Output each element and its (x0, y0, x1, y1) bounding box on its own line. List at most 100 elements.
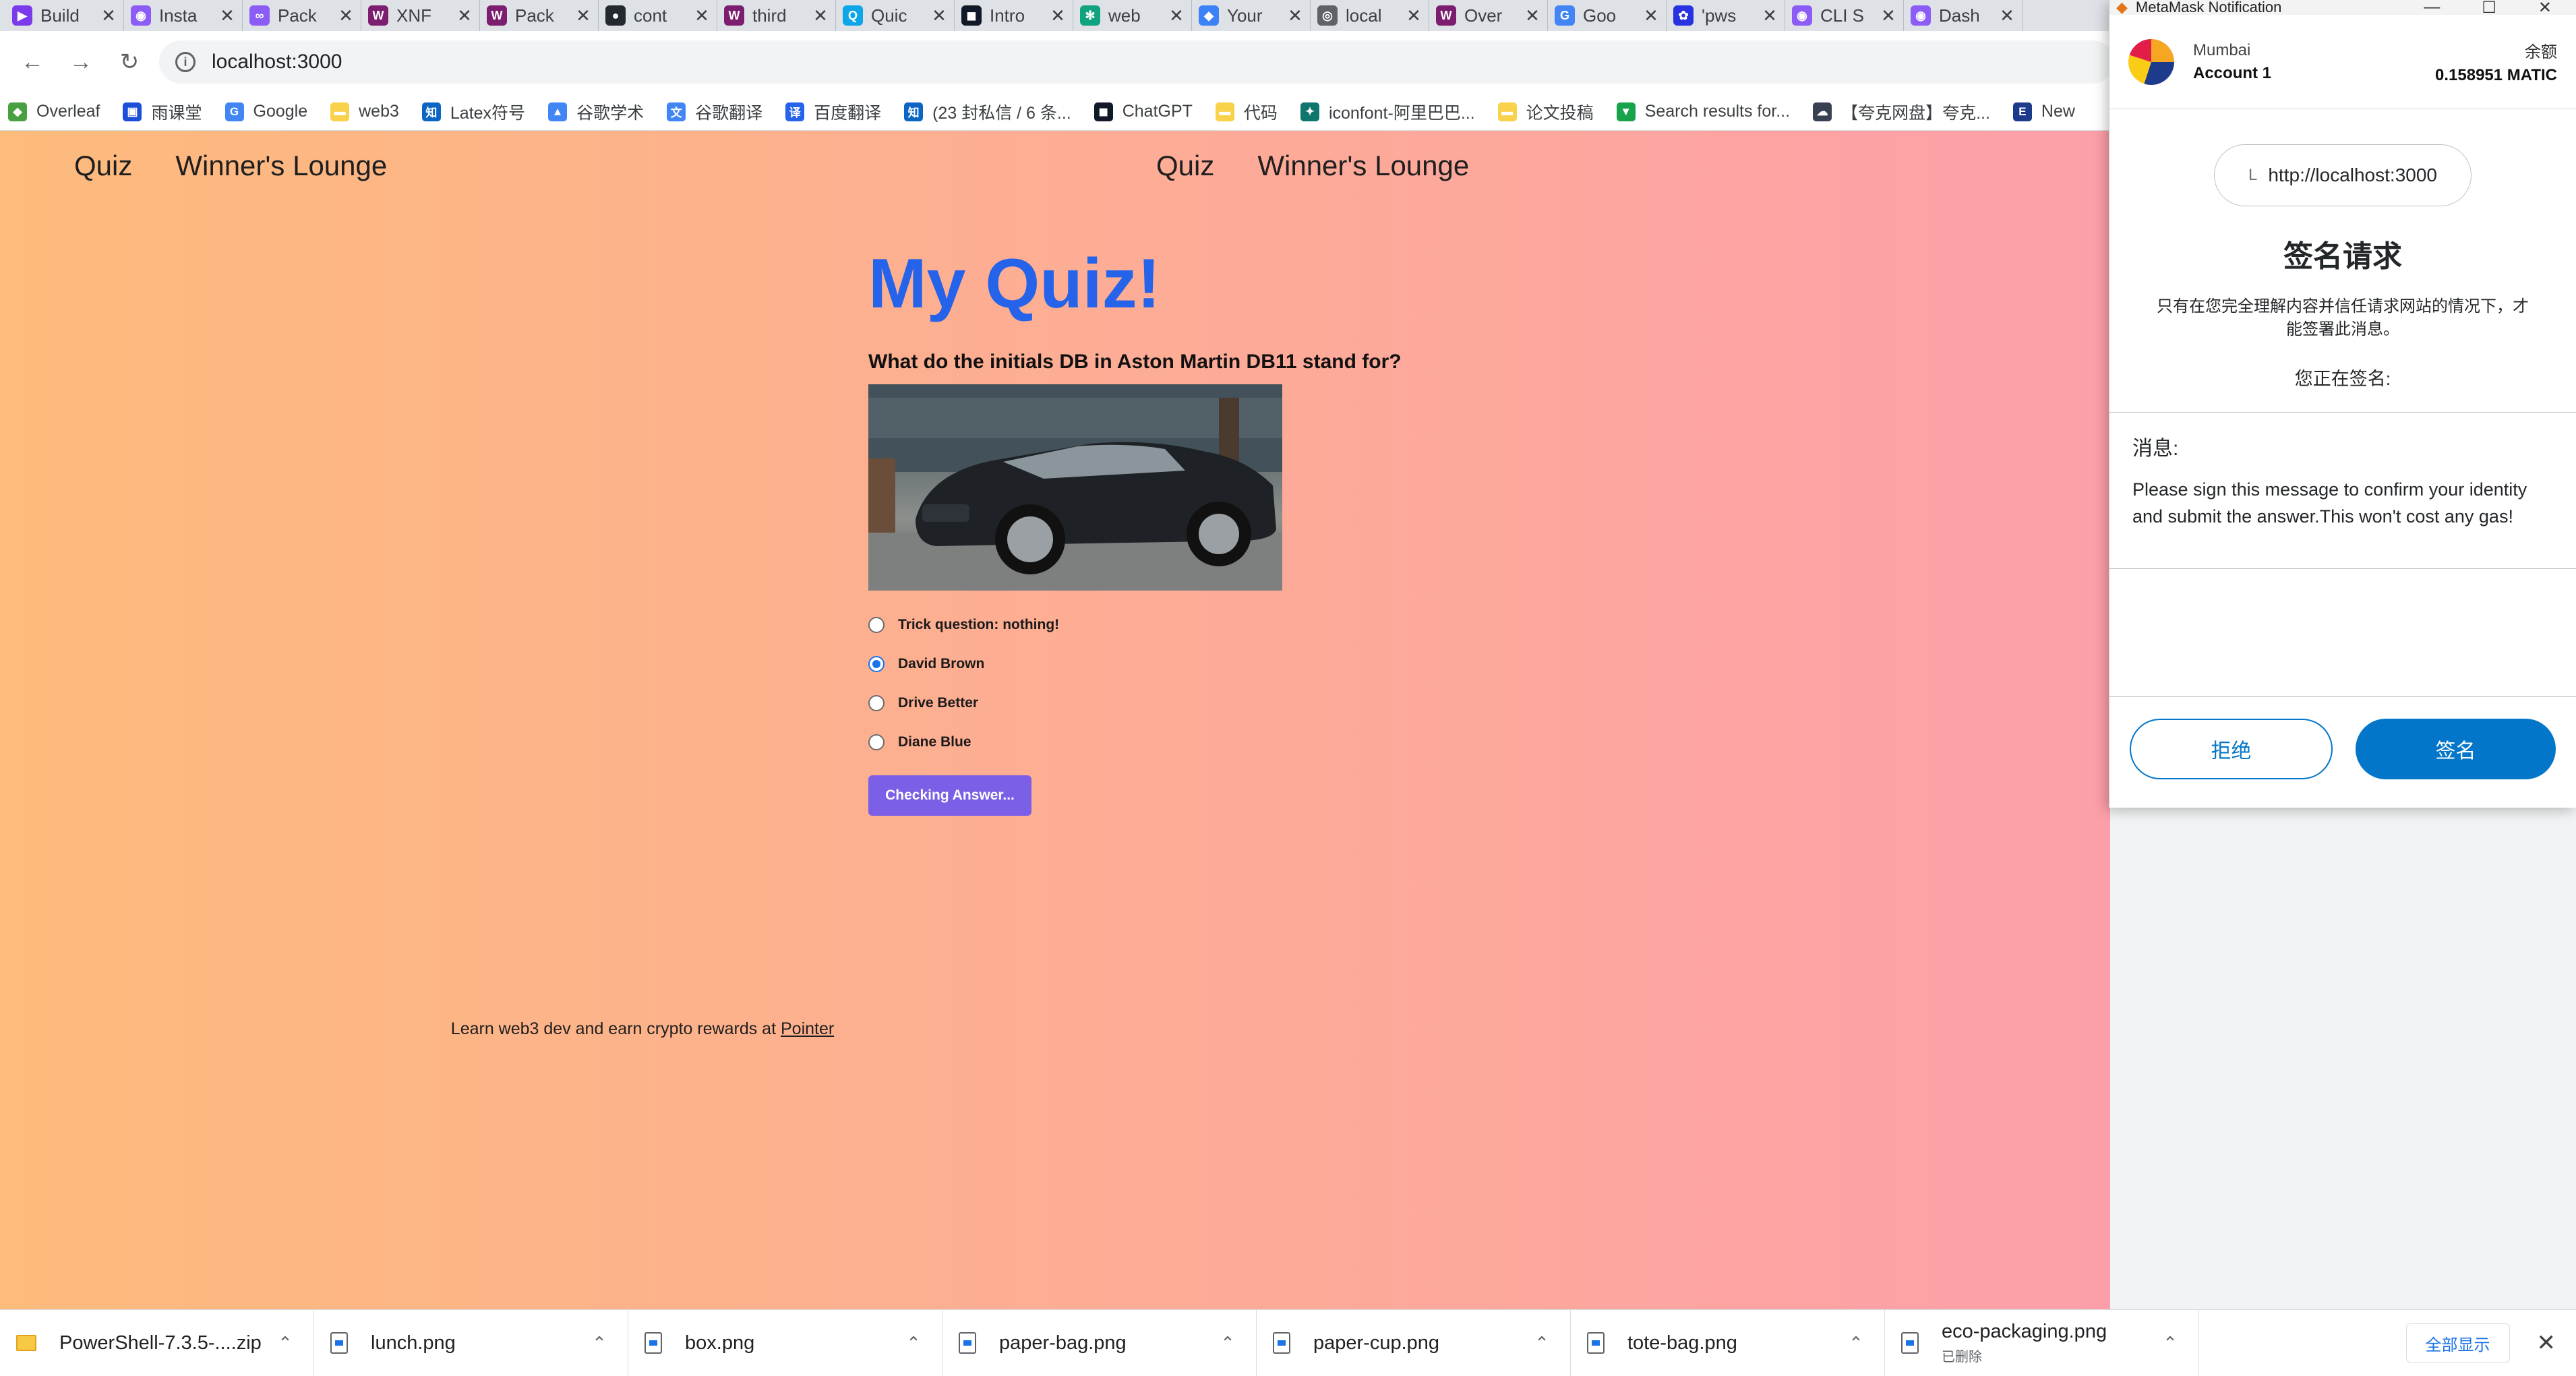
download-item[interactable]: tote-bag.png ⌃ (1571, 1309, 1885, 1376)
browser-tab[interactable]: ◼ Intro ✕ (955, 0, 1073, 31)
reload-icon[interactable]: ↻ (111, 43, 148, 81)
tab-close-icon[interactable]: ✕ (694, 5, 710, 26)
close-downloads-icon[interactable]: ✕ (2537, 1329, 2556, 1356)
answer-option[interactable]: Diane Blue (868, 723, 1542, 762)
chevron-up-icon[interactable]: ⌃ (2158, 1333, 2182, 1354)
download-item[interactable]: eco-packaging.png 已删除 ⌃ (1885, 1309, 2199, 1376)
chevron-up-icon[interactable]: ⌃ (1530, 1333, 1554, 1354)
close-icon[interactable]: ✕ (2538, 0, 2552, 15)
browser-tab[interactable]: W XNF ✕ (361, 0, 480, 31)
bookmark-item[interactable]: 文谷歌翻译 (667, 100, 762, 124)
download-item[interactable]: PowerShell-7.3.5-....zip ⌃ (0, 1309, 314, 1376)
browser-tab[interactable]: ◉ Dash ✕ (1904, 0, 2023, 31)
browser-tab[interactable]: ✿ 'pws ✕ (1667, 0, 1785, 31)
tab-close-icon[interactable]: ✕ (1762, 5, 1778, 26)
bookmark-item[interactable]: G Google (224, 102, 307, 121)
bookmark-item[interactable]: ▲ 谷歌学术 (548, 100, 644, 124)
chevron-up-icon[interactable]: ⌃ (1216, 1333, 1240, 1354)
tab-close-icon[interactable]: ✕ (338, 5, 354, 26)
tab-close-icon[interactable]: ✕ (1168, 5, 1185, 26)
tab-favicon-icon: W (487, 5, 507, 26)
bookmark-item[interactable]: ☁ 【夸克网盘】夸克... (1813, 100, 1990, 124)
bookmark-icon: ◼ (1094, 102, 1113, 121)
nav-link-quiz[interactable]: Quiz (74, 150, 132, 182)
footer-note: Learn web3 dev and earn crypto rewards a… (0, 1019, 1698, 1039)
bookmark-item[interactable]: 知 (23 封私信 / 6 条... (904, 100, 1071, 124)
show-all-downloads-button[interactable]: 全部显示 (2405, 1323, 2510, 1363)
browser-tab[interactable]: ∞ Pack ✕ (243, 0, 361, 31)
browser-tab[interactable]: ◉ CLI S ✕ (1785, 0, 1904, 31)
bookmark-label: New (2041, 102, 2075, 121)
site-info-icon[interactable]: i (175, 52, 196, 72)
radio-button[interactable] (868, 656, 885, 673)
sign-button[interactable]: 签名 (2356, 719, 2556, 779)
chevron-up-icon[interactable]: ⌃ (587, 1333, 611, 1354)
radio-button[interactable] (868, 617, 885, 634)
answer-option[interactable]: Drive Better (868, 684, 1542, 723)
nav-link-quiz[interactable]: Quiz (1156, 150, 1214, 182)
pointer-link[interactable]: Pointer (781, 1019, 834, 1038)
chevron-up-icon[interactable]: ⌃ (901, 1333, 926, 1354)
bookmark-icon: ▬ (1497, 102, 1517, 121)
address-input[interactable]: i localhost:3000 (159, 40, 2114, 84)
tab-close-icon[interactable]: ✕ (100, 5, 117, 26)
browser-tab[interactable]: ▶ Build ✕ (5, 0, 124, 31)
tab-close-icon[interactable]: ✕ (1880, 5, 1896, 26)
chevron-up-icon[interactable]: ⌃ (273, 1333, 297, 1354)
bookmark-label: iconfont-阿里巴巴... (1328, 103, 1475, 123)
nav-link-winners-lounge[interactable]: Winner's Lounge (175, 150, 387, 182)
browser-tab[interactable]: W Over ✕ (1429, 0, 1548, 31)
bookmark-item[interactable]: ▬ web3 (330, 102, 399, 121)
browser-tab[interactable]: W Pack ✕ (480, 0, 599, 31)
back-arrow-icon[interactable]: ← (13, 43, 51, 81)
bookmark-item[interactable]: E New (2012, 102, 2075, 121)
tab-close-icon[interactable]: ✕ (812, 5, 829, 26)
bookmark-icon: 译 (785, 102, 805, 121)
download-item[interactable]: paper-bag.png ⌃ (942, 1309, 1257, 1376)
browser-tab[interactable]: ◉ Insta ✕ (124, 0, 243, 31)
browser-tab[interactable]: G Goo ✕ (1548, 0, 1667, 31)
bookmark-item[interactable]: 译百度翻译 (785, 100, 881, 124)
tab-close-icon[interactable]: ✕ (931, 5, 947, 26)
reject-button[interactable]: 拒绝 (2130, 719, 2333, 779)
tab-close-icon[interactable]: ✕ (456, 5, 473, 26)
bookmark-item[interactable]: 知 Latex符号 (421, 100, 525, 124)
answer-option[interactable]: David Brown (868, 645, 1542, 684)
tab-close-icon[interactable]: ✕ (1643, 5, 1659, 26)
nav-link-winners-lounge[interactable]: Winner's Lounge (1257, 150, 1469, 182)
tab-close-icon[interactable]: ✕ (575, 5, 591, 26)
forward-arrow-icon[interactable]: → (62, 43, 100, 81)
bookmark-item[interactable]: ▬ 代码 (1215, 100, 1278, 124)
answer-option[interactable]: Trick question: nothing! (868, 605, 1542, 645)
bookmark-item[interactable]: ◼ ChatGPT (1094, 102, 1193, 121)
browser-tab[interactable]: ● cont ✕ (599, 0, 717, 31)
bookmark-item[interactable]: ✦ iconfont-阿里巴巴... (1300, 100, 1475, 124)
tab-close-icon[interactable]: ✕ (219, 5, 235, 26)
browser-tab[interactable]: ◎ local ✕ (1311, 0, 1429, 31)
browser-tab[interactable]: ✻ web ✕ (1073, 0, 1192, 31)
window-controls: — ☐ ✕ (2424, 0, 2576, 15)
tab-close-icon[interactable]: ✕ (1524, 5, 1540, 26)
minimize-icon[interactable]: — (2424, 0, 2440, 15)
metamask-popup: ◆ MetaMask Notification — ☐ ✕ Mumbai Acc… (2109, 0, 2576, 808)
download-item[interactable]: paper-cup.png ⌃ (1257, 1309, 1571, 1376)
image-file-icon (1901, 1332, 1919, 1354)
browser-tab[interactable]: Q Quic ✕ (836, 0, 955, 31)
radio-button[interactable] (868, 734, 885, 751)
bookmark-item[interactable]: ▣ 雨课堂 (123, 100, 202, 124)
bookmark-item[interactable]: ▬ 论文投稿 (1497, 100, 1594, 124)
maximize-icon[interactable]: ☐ (2482, 0, 2496, 15)
browser-tab[interactable]: Wthird ✕ (717, 0, 836, 31)
radio-button[interactable] (868, 695, 885, 712)
tab-close-icon[interactable]: ✕ (1050, 5, 1066, 26)
tab-close-icon[interactable]: ✕ (1406, 5, 1422, 26)
bookmark-item[interactable]: ◆ Overleaf (8, 102, 100, 121)
download-item[interactable]: lunch.png ⌃ (314, 1309, 628, 1376)
check-answer-button[interactable]: Checking Answer... (868, 775, 1031, 816)
tab-close-icon[interactable]: ✕ (1999, 5, 2015, 26)
download-item[interactable]: box.png ⌃ (628, 1309, 942, 1376)
tab-close-icon[interactable]: ✕ (1287, 5, 1303, 26)
bookmark-item[interactable]: ▼ Search results for... (1616, 102, 1790, 121)
browser-tab[interactable]: ◆ Your ✕ (1192, 0, 1311, 31)
chevron-up-icon[interactable]: ⌃ (1844, 1333, 1868, 1354)
